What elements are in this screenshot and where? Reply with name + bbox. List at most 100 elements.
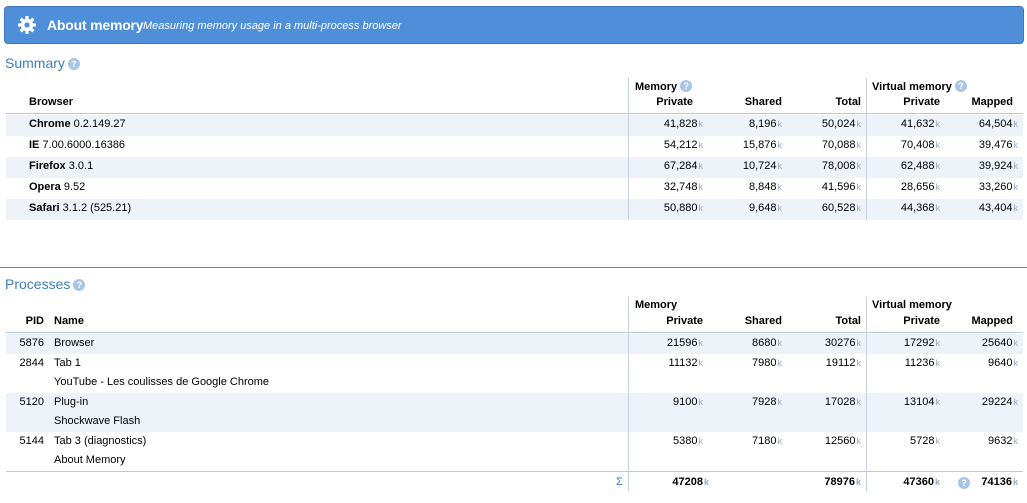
mapped-cell: 39,476k <box>978 139 1018 151</box>
mapped-cell: 39,924k <box>978 160 1018 172</box>
table-row[interactable]: Chrome 0.2.149.27 41,828k 8,196k 50,024k 41,… <box>6 115 1023 136</box>
vprivate-cell: 44,368k <box>900 202 940 214</box>
pid-cell: 5144 <box>19 435 44 447</box>
help-icon[interactable]: ? <box>73 279 86 291</box>
processes-col-vprivate[interactable]: Private <box>868 315 940 327</box>
pid-cell: 5120 <box>19 396 44 408</box>
shared-cell: 8,848k <box>748 181 782 193</box>
processes-title-text: Processes <box>5 276 71 292</box>
page-subtitle: Measuring memory usage in a multi-proces… <box>143 20 402 32</box>
summary-column-divider <box>866 78 867 220</box>
processes-memory-group: Memory <box>635 299 678 311</box>
total-cell: 78,008k <box>821 160 861 172</box>
vprivate-cell: 13104k <box>903 396 940 408</box>
shared-cell: 7180k <box>752 435 782 447</box>
shared-cell: 10,724k <box>742 160 782 172</box>
processes-header-rule <box>6 332 1023 333</box>
processes-col-private[interactable]: Private <box>620 315 703 327</box>
table-row[interactable]: 5144 Tab 3 (diagnostics) About Memory 5380k… <box>6 432 1023 471</box>
summary-col-browser[interactable]: Browser <box>29 96 73 108</box>
mapped-cell: 64,504k <box>978 118 1018 130</box>
processes-col-name[interactable]: Name <box>54 315 84 327</box>
processes-col-total[interactable]: Total <box>790 315 861 327</box>
private-cell: 5380k <box>673 435 703 447</box>
table-row[interactable]: 2844 Tab 1 YouTube - Les coulisses de Goog… <box>6 354 1023 393</box>
browser-cell: Firefox 3.0.1 <box>29 160 94 172</box>
table-row[interactable]: Opera 9.52 32,748k 8,848k 41,596k 28,656k 33,… <box>6 178 1023 199</box>
summary-col-shared[interactable]: Shared <box>700 96 782 108</box>
help-icon[interactable]: ? <box>680 80 693 92</box>
processes-col-shared[interactable]: Shared <box>700 315 782 327</box>
total-cell: 19112k <box>825 357 861 369</box>
process-name: Tab 1 <box>54 357 81 369</box>
mapped-cell: 25640k <box>981 337 1018 349</box>
total-private: 47208k <box>672 476 709 488</box>
shared-cell: 9,648k <box>748 202 782 214</box>
page-title: About memory <box>47 17 144 33</box>
pid-cell: 5876 <box>19 337 44 349</box>
private-cell: 32,748k <box>663 181 703 193</box>
summary-col-total[interactable]: Total <box>790 96 861 108</box>
summary-memory-group: Memory? <box>635 80 693 93</box>
total-cell: 41,596k <box>821 181 861 193</box>
process-name: Browser <box>54 337 95 349</box>
gear-icon <box>18 16 36 34</box>
mapped-cell: 9640k <box>988 357 1018 369</box>
total-mapped: 74136k <box>981 476 1018 488</box>
summary-column-divider <box>628 78 629 220</box>
vprivate-cell: 11236k <box>904 357 940 369</box>
table-row[interactable]: IE 7.00.6000.16386 54,212k 15,876k 70,088k 7… <box>6 136 1023 157</box>
total-cell: 60,528k <box>821 202 861 214</box>
totals-rule <box>6 471 1023 472</box>
private-cell: 9100k <box>673 396 703 408</box>
processes-col-pid[interactable]: PID <box>14 315 44 327</box>
pid-cell: 2844 <box>19 357 44 369</box>
table-row[interactable]: Safari 3.1.2 (525.21) 50,880k 9,648k 60,528… <box>6 199 1023 220</box>
total-cell: 17028k <box>824 396 861 408</box>
private-cell: 21596k <box>666 337 703 349</box>
total-cell: 30276k <box>824 337 861 349</box>
vprivate-cell: 5728k <box>910 435 940 447</box>
private-cell: 11132k <box>668 357 703 369</box>
private-cell: 54,212k <box>663 139 703 151</box>
vprivate-cell: 41,632k <box>900 118 940 130</box>
shared-cell: 15,876k <box>742 139 782 151</box>
table-row[interactable]: Firefox 3.0.1 67,284k 10,724k 78,008k 62,488… <box>6 157 1023 178</box>
summary-col-mapped[interactable]: Mapped <box>945 96 1013 108</box>
vprivate-cell: 28,656k <box>900 181 940 193</box>
process-name: Tab 3 (diagnostics) <box>54 435 147 447</box>
processes-col-mapped[interactable]: Mapped <box>945 315 1013 327</box>
table-row[interactable]: 5120 Plug-in Shockwave Flash 9100k 7928k 1702… <box>6 393 1023 432</box>
page-header: About memory Measuring memory usage in a… <box>4 6 1024 44</box>
summary-header-rule <box>6 113 1023 114</box>
mapped-cell: 33,260k <box>978 181 1018 193</box>
browser-cell: Chrome 0.2.149.27 <box>29 118 126 130</box>
private-cell: 50,880k <box>663 202 703 214</box>
private-cell: 67,284k <box>663 160 703 172</box>
processes-column-divider <box>866 297 867 491</box>
processes-column-divider <box>628 297 629 491</box>
summary-virtual-group: Virtual memory? <box>872 80 967 93</box>
summary-col-vprivate[interactable]: Private <box>868 96 940 108</box>
shared-cell: 8,196k <box>748 118 782 130</box>
total-vprivate: 47360k <box>903 476 940 488</box>
processes-title: Processes? <box>5 276 86 292</box>
process-detail: Shockwave Flash <box>54 415 141 427</box>
summary-col-private[interactable]: Private <box>620 96 693 108</box>
process-detail: About Memory <box>54 454 126 466</box>
processes-virtual-group: Virtual memory <box>872 299 952 311</box>
vprivate-cell: 62,488k <box>900 160 940 172</box>
process-detail: YouTube - Les coulisses de Google Chrome <box>54 376 270 388</box>
total-total: 78976k <box>824 476 861 488</box>
mapped-cell: 43,404k <box>978 202 1018 214</box>
mapped-cell: 9632k <box>988 435 1018 447</box>
section-divider <box>0 267 1027 268</box>
total-cell: 70,088k <box>821 139 861 151</box>
summary-title: Summary? <box>5 55 80 71</box>
help-icon[interactable]: ? <box>67 58 80 70</box>
help-icon[interactable]: ? <box>954 80 967 92</box>
summary-title-text: Summary <box>5 55 65 71</box>
vprivate-cell: 17292k <box>903 337 940 349</box>
totals-row: Σ 47208k 78976k 47360k ? 74136k <box>6 476 1023 492</box>
table-row[interactable]: 5876 Browser 21596k 8680k 30276k 17292k 25640k <box>6 334 1023 354</box>
